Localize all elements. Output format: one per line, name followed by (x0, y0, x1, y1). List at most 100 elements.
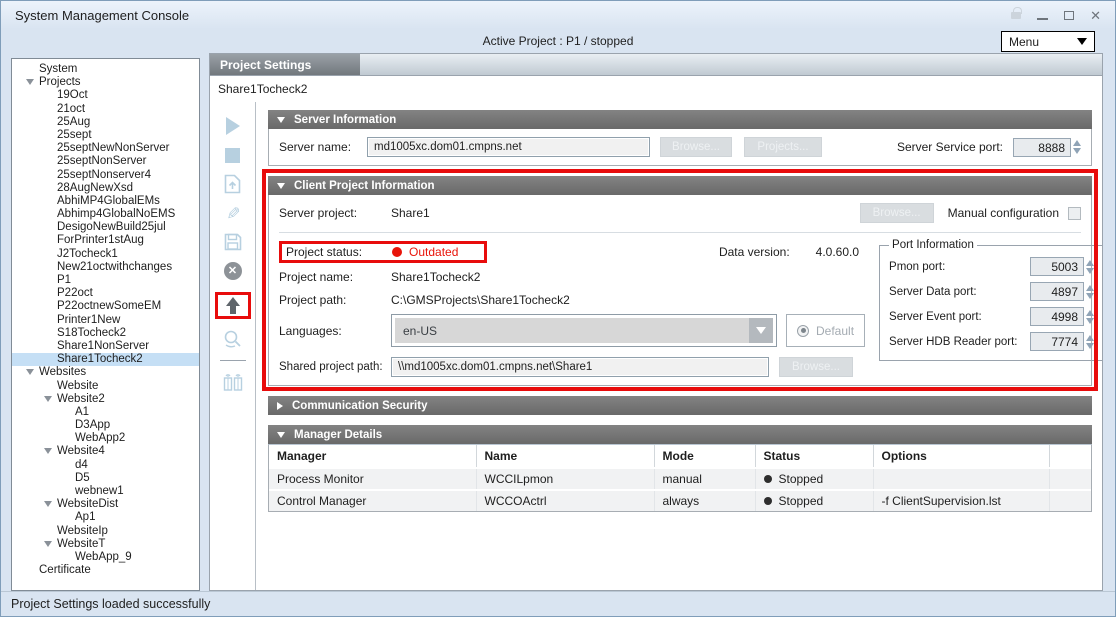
shared-project-path-input[interactable]: \\md1005xc.dom01.cmpns.net\Share1 (391, 357, 769, 377)
tree-item-D5[interactable]: D5 (12, 472, 199, 485)
collapse-arrow-icon[interactable] (277, 117, 285, 123)
projects-button[interactable]: Projects... (744, 137, 822, 157)
tree-item-WebApp2[interactable]: WebApp2 (12, 432, 199, 445)
tree-item-Certificate[interactable]: Certificate (12, 564, 199, 577)
tree-item-J2Tocheck1[interactable]: J2Tocheck1 (12, 248, 199, 261)
tree-item-WebsiteIp[interactable]: WebsiteIp (12, 525, 199, 538)
dropdown-button[interactable] (749, 318, 773, 343)
table-row[interactable]: Control ManagerWCCOActrlalwaysStopped-f … (269, 490, 1091, 511)
expand-arrow-icon[interactable] (277, 402, 283, 410)
tree-item-A1[interactable]: A1 (12, 406, 199, 419)
tree-item-P22octnewSomeEM[interactable]: P22octnewSomeEM (12, 300, 199, 313)
tree-item-Website[interactable]: Website (12, 380, 199, 393)
minimize-icon[interactable] (1037, 18, 1048, 20)
column-header[interactable]: Status (755, 445, 873, 468)
column-header[interactable]: Options (873, 445, 1049, 468)
compare-icon[interactable] (223, 372, 243, 392)
spin-down-icon[interactable] (1086, 318, 1094, 324)
tab-project-settings[interactable]: Project Settings (210, 54, 360, 75)
tree-item-AbhiMP4GlobalEMs[interactable]: AbhiMP4GlobalEMs (12, 195, 199, 208)
tree-item-WebApp_9[interactable]: WebApp_9 (12, 551, 199, 564)
start-icon[interactable] (226, 116, 240, 136)
close-icon[interactable]: ✕ (1090, 9, 1101, 22)
tree-item-25Aug[interactable]: 25Aug (12, 116, 199, 129)
spin-up-icon[interactable] (1086, 335, 1094, 341)
expand-arrow-icon[interactable] (26, 369, 34, 375)
collapse-arrow-icon[interactable] (277, 432, 285, 438)
tree-item-25septNewNonServer[interactable]: 25septNewNonServer (12, 142, 199, 155)
client-project-information-header[interactable]: Client Project Information (268, 176, 1092, 195)
column-header[interactable]: Mode (654, 445, 755, 468)
spin-up-icon[interactable] (1086, 310, 1094, 316)
tree-item-ForPrinter1stAug[interactable]: ForPrinter1stAug (12, 234, 199, 247)
expand-arrow-icon[interactable] (44, 541, 52, 547)
languages-dropdown[interactable]: en-US (391, 314, 777, 347)
tree-item-28AugNewXsd[interactable]: 28AugNewXsd (12, 182, 199, 195)
tree-item-webnew1[interactable]: webnew1 (12, 485, 199, 498)
tree-item-25septNonserver4[interactable]: 25septNonserver4 (12, 169, 199, 182)
tree-item-D3App[interactable]: D3App (12, 419, 199, 432)
manager-details-header[interactable]: Manager Details (268, 425, 1092, 444)
save-icon[interactable] (224, 232, 242, 252)
menu-dropdown[interactable]: Menu (1001, 31, 1095, 52)
tree-item-Ap1[interactable]: Ap1 (12, 511, 199, 524)
tree-item-WebsiteDist[interactable]: WebsiteDist (12, 498, 199, 511)
tree-item-New21octwithchanges[interactable]: New21octwithchanges (12, 261, 199, 274)
tree-item-19Oct[interactable]: 19Oct (12, 89, 199, 102)
spin-down-icon[interactable] (1086, 343, 1094, 349)
link-preview-icon[interactable] (223, 329, 243, 349)
spin-down-icon[interactable] (1086, 268, 1094, 274)
spin-up-icon[interactable] (1073, 140, 1081, 146)
tree-item-WebsiteT[interactable]: WebsiteT (12, 538, 199, 551)
spin-down-icon[interactable] (1086, 293, 1094, 299)
column-header[interactable] (1049, 445, 1091, 468)
spin-up-icon[interactable] (1086, 260, 1094, 266)
port-input[interactable]: 5003 (1030, 257, 1084, 276)
tree-item-25septNonServer[interactable]: 25septNonServer (12, 155, 199, 168)
service-port-input[interactable]: 8888 (1013, 138, 1071, 157)
tree-item-Website2[interactable]: Website2 (12, 393, 199, 406)
tree-item-Printer1New[interactable]: Printer1New (12, 314, 199, 327)
column-header[interactable]: Manager (269, 445, 476, 468)
stop-icon[interactable] (225, 145, 240, 165)
expand-arrow-icon[interactable] (26, 79, 34, 85)
tree-item-25sept[interactable]: 25sept (12, 129, 199, 142)
browse-server-button[interactable]: Browse... (660, 137, 732, 157)
tree-item-S18Tocheck2[interactable]: S18Tocheck2 (12, 327, 199, 340)
cancel-icon[interactable]: ✕ (224, 261, 242, 281)
server-information-header[interactable]: Server Information (268, 110, 1092, 129)
edit-icon[interactable]: ✎ (225, 203, 239, 223)
table-row[interactable]: Process MonitorWCCILpmonmanualStopped (269, 468, 1091, 490)
tree-item-Abhimp4GlobalNoEMS[interactable]: Abhimp4GlobalNoEMS (12, 208, 199, 221)
maximize-icon[interactable] (1064, 11, 1074, 20)
port-input[interactable]: 7774 (1030, 332, 1084, 351)
communication-security-header[interactable]: Communication Security (268, 396, 1092, 415)
tree-item-Share1Tocheck2[interactable]: Share1Tocheck2 (12, 353, 199, 366)
collapse-arrow-icon[interactable] (277, 183, 285, 189)
tree-item-P1[interactable]: P1 (12, 274, 199, 287)
server-name-input[interactable]: md1005xc.dom01.cmpns.net (367, 137, 650, 157)
port-input[interactable]: 4897 (1030, 282, 1084, 301)
browse-shared-path-button[interactable]: Browse... (779, 357, 853, 377)
tree-item-Website4[interactable]: Website4 (12, 445, 199, 458)
manual-configuration-checkbox[interactable] (1068, 207, 1081, 220)
tree-item-21oct[interactable]: 21oct (12, 103, 199, 116)
tree-item-System[interactable]: System (12, 63, 199, 76)
tree-item-d4[interactable]: d4 (12, 459, 199, 472)
tree-item-P22oct[interactable]: P22oct (12, 287, 199, 300)
tree-item-Websites[interactable]: Websites (12, 366, 199, 379)
column-header[interactable]: Name (476, 445, 654, 468)
default-radio[interactable] (797, 325, 809, 337)
expand-arrow-icon[interactable] (44, 501, 52, 507)
tree-item-Projects[interactable]: Projects (12, 76, 199, 89)
tree-item-Share1NonServer[interactable]: Share1NonServer (12, 340, 199, 353)
upload-icon[interactable] (215, 292, 251, 319)
spin-up-icon[interactable] (1086, 285, 1094, 291)
tree-item-DesigoNewBuild25jul[interactable]: DesigoNewBuild25jul (12, 221, 199, 234)
export-document-icon[interactable] (224, 174, 241, 194)
port-input[interactable]: 4998 (1030, 307, 1084, 326)
browse-project-button[interactable]: Browse... (860, 203, 934, 223)
expand-arrow-icon[interactable] (44, 396, 52, 402)
spin-down-icon[interactable] (1073, 148, 1081, 154)
expand-arrow-icon[interactable] (44, 448, 52, 454)
